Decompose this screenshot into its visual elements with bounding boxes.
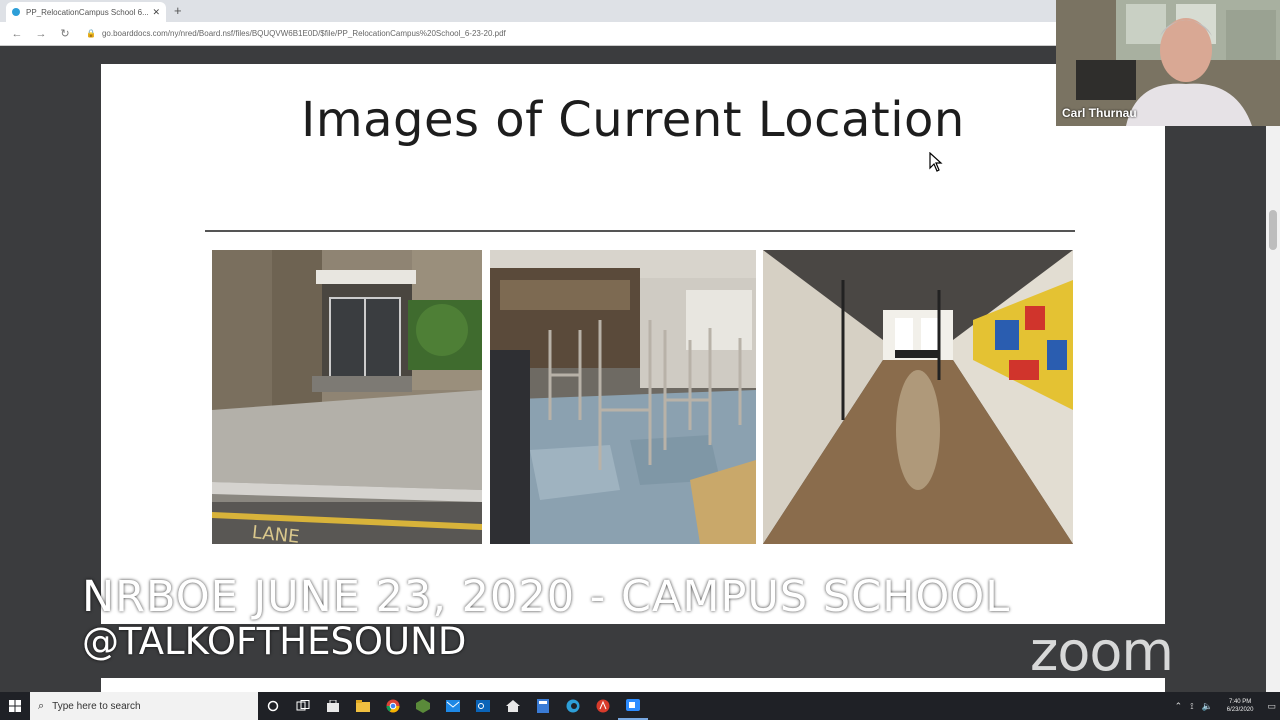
mouse-cursor-icon <box>929 152 943 172</box>
home-icon[interactable] <box>498 692 528 720</box>
volume-icon[interactable]: 🔈 <box>1202 701 1213 712</box>
photo-school-entrance: LANE <box>212 250 482 544</box>
cortana-icon[interactable] <box>258 692 288 720</box>
taskbar: ⌕ Type here to search ⌃ ⟟ 🔈 7:40 PM 6/23… <box>0 692 1280 720</box>
acrobat-icon[interactable] <box>588 692 618 720</box>
svg-text:LANE: LANE <box>251 522 301 544</box>
reload-icon[interactable]: ↻ <box>58 27 72 40</box>
overlay-handle: @TALKOFTHESOUND <box>82 620 467 663</box>
system-tray: ⌃ ⟟ 🔈 7:40 PM 6/23/2020 ▭ <box>1171 692 1280 720</box>
notifications-icon[interactable]: ▭ <box>1267 701 1276 712</box>
close-tab-icon[interactable]: ✕ <box>152 7 160 18</box>
overlay-caption: NRBOE JUNE 23, 2020 - CAMPUS SCHOOL <box>82 572 1011 622</box>
photo-classroom <box>490 250 756 544</box>
edge-icon[interactable] <box>558 692 588 720</box>
new-tab-button[interactable]: + <box>174 3 182 18</box>
favicon-icon <box>12 8 20 16</box>
clock-date: 6/23/2020 <box>1226 707 1254 713</box>
chevron-up-icon[interactable]: ⌃ <box>1175 701 1183 712</box>
chrome-icon[interactable] <box>378 692 408 720</box>
slide-page: Images of Current Location LANE <box>101 64 1165 624</box>
windows-start-icon[interactable] <box>0 692 30 720</box>
taskbar-search-input[interactable]: ⌕ Type here to search <box>30 692 258 720</box>
calculator-icon[interactable] <box>528 692 558 720</box>
store-icon[interactable] <box>318 692 348 720</box>
tab-title: PP_RelocationCampus School 6... <box>26 7 149 17</box>
scrollbar-thumb[interactable] <box>1269 210 1277 250</box>
task-view-icon[interactable] <box>288 692 318 720</box>
slide-divider <box>205 230 1075 232</box>
mail-icon[interactable] <box>438 692 468 720</box>
search-placeholder: Type here to search <box>52 700 141 712</box>
clock[interactable]: 7:40 PM 6/23/2020 <box>1227 698 1254 714</box>
lock-icon[interactable]: 🔒 <box>86 29 96 38</box>
zoom-logo: zoom <box>1030 620 1174 683</box>
outlook-icon[interactable] <box>468 692 498 720</box>
back-icon[interactable]: ← <box>10 28 24 40</box>
photo-hallway <box>763 250 1073 544</box>
slide-title: Images of Current Location <box>301 92 965 148</box>
browser-tab[interactable]: PP_RelocationCampus School 6... ✕ <box>6 2 166 22</box>
participant-name: Carl Thurnau <box>1062 106 1137 120</box>
clock-time: 7:40 PM <box>1228 699 1252 705</box>
next-slide-page-edge <box>101 678 1165 692</box>
zoom-icon[interactable] <box>618 692 648 720</box>
scrollbar[interactable] <box>1266 46 1280 692</box>
app-icon[interactable] <box>408 692 438 720</box>
url-field[interactable]: go.boarddocs.com/ny/nred/Board.nsf/files… <box>102 29 506 38</box>
webcam-video: Carl Thurnau <box>1056 0 1280 126</box>
search-icon: ⌕ <box>38 699 45 712</box>
screen: PP_RelocationCampus School 6... ✕ + ← → … <box>0 0 1280 720</box>
network-icon[interactable]: ⟟ <box>1190 701 1193 712</box>
forward-icon[interactable]: → <box>34 28 48 40</box>
file-explorer-icon[interactable] <box>348 692 378 720</box>
